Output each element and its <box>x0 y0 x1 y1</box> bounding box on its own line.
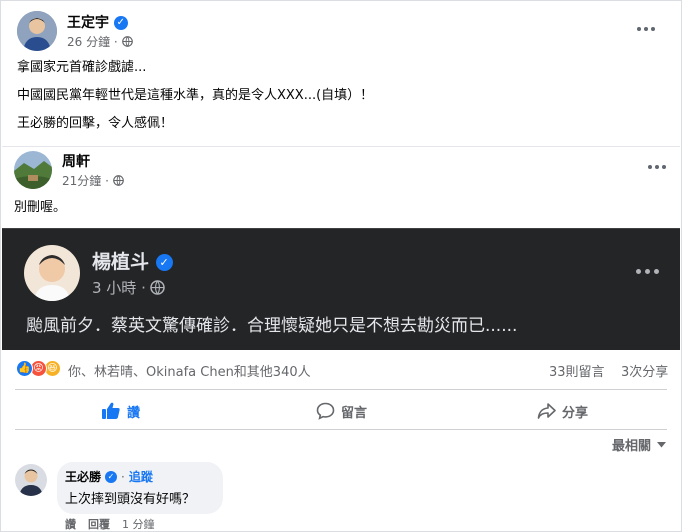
dark-text: 颱風前夕．蔡英文驚傳確診．合理懷疑她只是不想去勘災而已...... <box>26 316 518 336</box>
post-options-icon[interactable] <box>637 27 655 31</box>
caret-down-icon <box>657 441 666 447</box>
share-icon <box>537 403 556 419</box>
shared-author-name[interactable]: 周軒 <box>62 151 90 171</box>
shared-post-light: 周軒 21分鐘 · 別刪喔。 <box>2 146 680 228</box>
like-button-label: 讚 <box>127 405 141 421</box>
share-count[interactable]: 3次分享 <box>621 361 668 380</box>
divider <box>15 429 667 430</box>
verified-badge-icon: ✓ <box>105 470 118 483</box>
comment-timestamp[interactable]: 1 分鐘 <box>122 516 155 532</box>
author-avatar[interactable] <box>17 11 57 51</box>
like-reaction-icon[interactable]: 👍 <box>16 360 33 377</box>
facebook-post-frame: 王定宇 ✓ 26 分鐘 · 拿國家元首確診戲謔... 中國國民黨年輕世代是這種水… <box>0 0 682 532</box>
share-button-label: 分享 <box>562 405 589 421</box>
follow-link[interactable]: 追蹤 <box>129 468 153 485</box>
shared-author-avatar[interactable] <box>14 151 52 189</box>
post-line-2: 中國國民黨年輕世代是這種水準，真的是令人XXX...(自填）！ <box>17 88 374 103</box>
comment-button-label: 留言 <box>341 405 368 421</box>
comment-icon <box>316 402 335 420</box>
dark-author-avatar[interactable] <box>24 245 80 301</box>
globe-icon <box>113 175 124 186</box>
thumbs-up-icon <box>102 402 120 419</box>
sort-label: 最相關 <box>611 439 651 454</box>
comment-text: 上次摔到頭沒有好嗎？ <box>65 492 196 507</box>
globe-icon <box>121 36 133 47</box>
post-timestamp[interactable]: 26 分鐘 · <box>67 33 118 50</box>
commenter-avatar[interactable] <box>15 464 47 496</box>
reactions-bar: 👍 😡 😆 你、林若晴、Okinafa Chen和其他340人 33則留言 3次… <box>2 354 680 384</box>
shared-text: 別刪喔。 <box>14 200 67 215</box>
comment-reply-link[interactable]: 回覆 <box>88 516 110 532</box>
verified-badge-icon: ✓ <box>155 254 173 271</box>
comment-bubble: 王必勝 ✓ · 追蹤 上次摔到頭沒有好嗎？ <box>57 462 223 514</box>
commenter-name[interactable]: 王必勝 <box>65 468 101 485</box>
person-avatar-icon <box>24 245 80 301</box>
person-avatar-icon <box>17 11 57 51</box>
dark-author-name[interactable]: 楊植斗 <box>92 251 149 273</box>
dark-timestamp[interactable]: 3 小時 · <box>92 277 146 298</box>
comment-button[interactable]: 留言 <box>316 397 367 425</box>
post-line-3: 王必勝的回擊，令人感佩！ <box>17 116 174 131</box>
comment-like-link[interactable]: 讚 <box>65 516 76 532</box>
landscape-avatar-icon <box>14 151 52 189</box>
post-author-name[interactable]: 王定宇 <box>67 15 109 31</box>
comment-actions: 讚 回覆 1 分鐘 <box>65 516 155 532</box>
comment-count[interactable]: 33則留言 <box>549 361 605 380</box>
like-button[interactable]: 讚 <box>101 397 140 425</box>
shared-options-icon[interactable] <box>648 165 666 169</box>
globe-icon <box>150 280 165 295</box>
shared-post-dark: 楊植斗 ✓ 3 小時 · 颱風前夕．蔡英文驚傳確診．合理懷疑她只是不想去勘災而已… <box>2 228 680 350</box>
share-button[interactable]: 分享 <box>537 397 588 425</box>
dark-options-icon[interactable] <box>636 269 659 274</box>
comment-sort-dropdown[interactable]: 最相關 <box>612 435 667 454</box>
divider <box>15 389 667 390</box>
person-avatar-icon <box>15 464 47 496</box>
shared-timestamp[interactable]: 21分鐘 · <box>62 172 109 189</box>
verified-badge-icon: ✓ <box>113 16 128 30</box>
reaction-summary[interactable]: 你、林若晴、Okinafa Chen和其他340人 <box>68 361 311 380</box>
post-line-1: 拿國家元首確診戲謔... <box>17 60 147 75</box>
